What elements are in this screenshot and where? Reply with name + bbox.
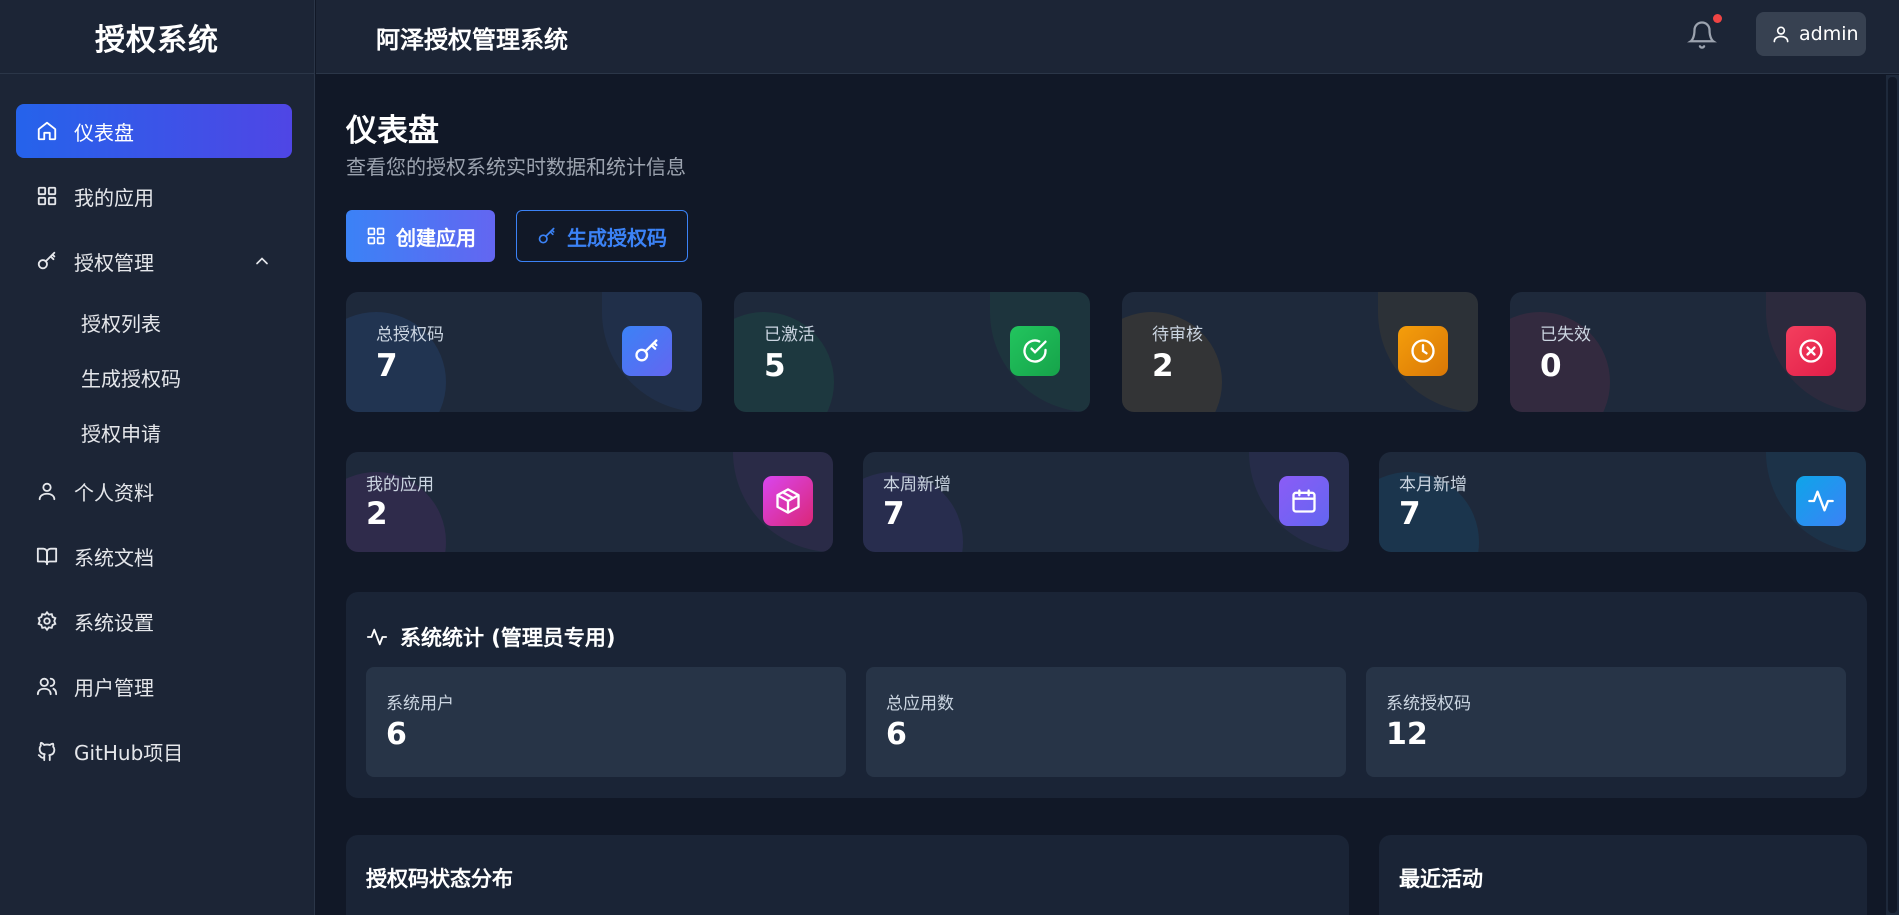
sidebar-item-label: 用户管理 — [74, 675, 154, 700]
stat-value: 12 — [1386, 717, 1428, 752]
users-icon — [36, 675, 58, 697]
chevron-up-icon[interactable] — [252, 251, 272, 271]
activity-icon — [366, 626, 388, 648]
stat-label: 已激活 — [764, 325, 815, 345]
key-icon — [537, 226, 557, 246]
stat-card-total-codes: 总授权码 7 — [346, 292, 702, 412]
sidebar-item-my-apps[interactable]: 我的应用 — [16, 169, 292, 223]
activity-icon — [1796, 476, 1846, 526]
sidebar-item-label: GitHub项目 — [74, 740, 184, 765]
stat-card-activated: 已激活 5 — [734, 292, 1090, 412]
header-title: 阿泽授权管理系统 — [376, 26, 568, 54]
stat-label: 总应用数 — [886, 694, 954, 714]
stat-card-expired: 已失效 0 — [1510, 292, 1866, 412]
key-icon — [622, 326, 672, 376]
calendar-icon — [1279, 476, 1329, 526]
panel-title: 系统统计 (管理员专用) — [366, 622, 616, 652]
sidebar-subitem-license-list[interactable]: 授权列表 — [16, 299, 292, 345]
stat-label: 系统授权码 — [1386, 694, 1471, 714]
system-stat-codes: 系统授权码 12 — [1366, 667, 1846, 777]
sidebar-item-users[interactable]: 用户管理 — [16, 659, 292, 713]
stat-value: 6 — [386, 717, 407, 752]
app-root: 授权系统 仪表盘 我的应用 授权管理 授权列表 生成授权码 授权申请 个人资料 … — [0, 0, 1899, 915]
generate-code-label: 生成授权码 — [567, 225, 667, 250]
scrollbar-thumb[interactable] — [1888, 77, 1897, 913]
username: admin — [1799, 23, 1859, 45]
stat-card-pending: 待审核 2 — [1122, 292, 1478, 412]
sidebar-item-docs[interactable]: 系统文档 — [16, 529, 292, 583]
box-icon — [763, 476, 813, 526]
sidebar-item-label: 我的应用 — [74, 185, 154, 210]
x-circle-icon — [1786, 326, 1836, 376]
user-icon — [36, 480, 58, 502]
notification-badge — [1713, 14, 1722, 23]
sidebar-item-settings[interactable]: 系统设置 — [16, 594, 292, 648]
stat-label: 已失效 — [1540, 325, 1591, 345]
sidebar-subitem-generate-code[interactable]: 生成授权码 — [16, 354, 292, 400]
home-icon — [36, 120, 58, 142]
clock-icon — [1398, 326, 1448, 376]
user-menu-button[interactable]: admin — [1756, 12, 1866, 56]
stat-label: 我的应用 — [366, 475, 434, 495]
topbar: 阿泽授权管理系统 admin — [316, 0, 1899, 74]
sidebar-item-label: 系统文档 — [74, 545, 154, 570]
stat-value: 7 — [1399, 496, 1421, 532]
stat-label: 总授权码 — [376, 325, 444, 345]
generate-code-button[interactable]: 生成授权码 — [516, 210, 688, 262]
system-stats-panel: 系统统计 (管理员专用) 系统用户 6 总应用数 6 系统授权码 12 — [346, 592, 1867, 798]
sidebar-item-label: 系统设置 — [74, 610, 154, 635]
sidebar-nav: 仪表盘 我的应用 授权管理 授权列表 生成授权码 授权申请 个人资料 系统文档 … — [0, 74, 314, 778]
sidebar-item-label: 仪表盘 — [74, 120, 134, 145]
main-content: 仪表盘 查看您的授权系统实时数据和统计信息 创建应用 生成授权码 总授权码 7 — [316, 75, 1899, 915]
system-stat-users: 系统用户 6 — [366, 667, 846, 777]
gear-icon — [36, 610, 58, 632]
create-app-label: 创建应用 — [396, 225, 476, 250]
sidebar-subitem-license-requests[interactable]: 授权申请 — [16, 409, 292, 455]
panel-title-text: 系统统计 (管理员专用) — [400, 626, 616, 650]
sidebar-brand: 授权系统 — [0, 0, 314, 74]
stat-card-weekly-new: 本周新增 7 — [863, 452, 1349, 552]
stat-value: 2 — [366, 496, 388, 532]
stat-label: 系统用户 — [386, 694, 454, 714]
card-title: 授权码状态分布 — [366, 867, 513, 891]
recent-activity-card: 最近活动 — [1379, 835, 1867, 915]
stat-label: 本月新增 — [1399, 475, 1467, 495]
sidebar-item-profile[interactable]: 个人资料 — [16, 464, 292, 518]
sidebar-item-license-management[interactable]: 授权管理 — [16, 234, 292, 288]
stat-value: 5 — [764, 348, 786, 384]
stat-label: 本周新增 — [883, 475, 951, 495]
sidebar-item-label: 个人资料 — [74, 480, 154, 505]
stat-value: 6 — [886, 717, 907, 752]
grid-icon — [36, 185, 58, 207]
bell-icon[interactable] — [1687, 20, 1717, 50]
user-icon — [1771, 24, 1791, 44]
key-icon — [36, 250, 58, 272]
scrollbar[interactable] — [1886, 75, 1899, 915]
stat-label: 待审核 — [1152, 325, 1203, 345]
stat-value: 7 — [883, 496, 905, 532]
sidebar-item-dashboard[interactable]: 仪表盘 — [16, 104, 292, 158]
page-subtitle: 查看您的授权系统实时数据和统计信息 — [346, 155, 686, 179]
card-title: 最近活动 — [1399, 867, 1483, 891]
stat-card-monthly-new: 本月新增 7 — [1379, 452, 1866, 552]
status-distribution-card: 授权码状态分布 — [346, 835, 1349, 915]
github-icon — [36, 740, 58, 762]
book-icon — [36, 545, 58, 567]
sidebar-item-github[interactable]: GitHub项目 — [16, 724, 292, 778]
check-circle-icon — [1010, 326, 1060, 376]
stat-card-my-apps: 我的应用 2 — [346, 452, 833, 552]
grid-icon — [366, 226, 386, 246]
sidebar-item-label: 授权管理 — [74, 250, 154, 275]
create-app-button[interactable]: 创建应用 — [346, 210, 495, 262]
sidebar: 授权系统 仪表盘 我的应用 授权管理 授权列表 生成授权码 授权申请 个人资料 … — [0, 0, 315, 915]
stat-value: 7 — [376, 348, 398, 384]
page-title: 仪表盘 — [346, 113, 439, 149]
system-stat-apps: 总应用数 6 — [866, 667, 1346, 777]
stat-value: 2 — [1152, 348, 1174, 384]
stat-value: 0 — [1540, 348, 1562, 384]
